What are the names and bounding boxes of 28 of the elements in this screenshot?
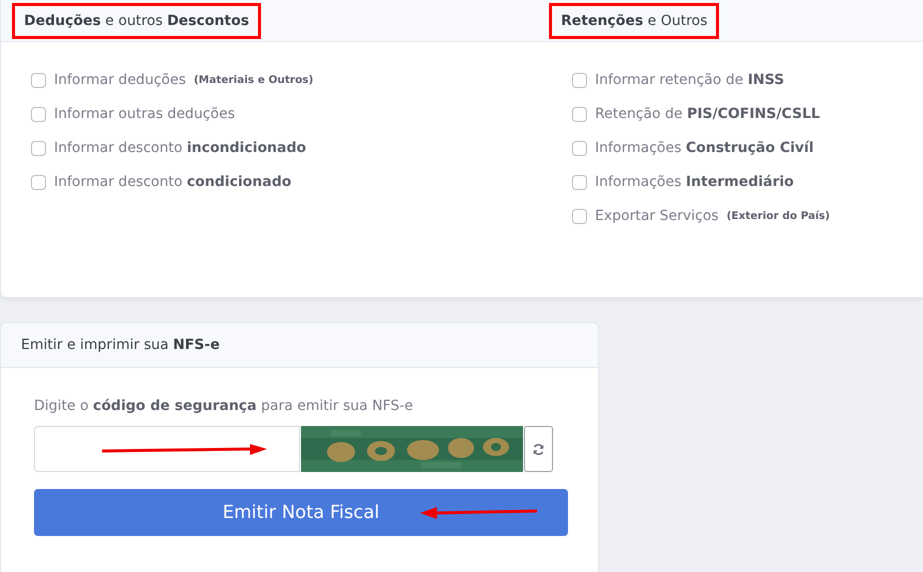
checkbox-label: Informações Intermediário	[595, 174, 794, 190]
checkbox[interactable]	[572, 174, 587, 190]
checkbox[interactable]	[572, 106, 587, 122]
security-code-field[interactable]	[34, 426, 300, 472]
checkbox-label: Informar outras deduções	[54, 106, 235, 122]
checkbox[interactable]	[31, 174, 46, 190]
checkbox-label: Informar retenção de INSS	[595, 72, 784, 88]
refresh-button[interactable]	[524, 426, 553, 472]
checkbox[interactable]	[572, 140, 587, 156]
checkbox-label: Retenção de PIS/COFINS/CSLL	[595, 106, 820, 122]
section-title: Retenções e Outros	[549, 2, 720, 38]
section-title: Deduções e outros Descontos	[12, 2, 262, 38]
prompt-text: Digite o código de segurança para emitir sua NFS-e	[34, 398, 414, 414]
checkbox-note: (Materiais e Outros)	[194, 74, 314, 86]
refresh-icon	[532, 442, 545, 456]
checkbox[interactable]	[572, 72, 587, 88]
checkbox[interactable]	[31, 72, 46, 88]
emit-button[interactable]: Emitir Nota Fiscal	[34, 489, 568, 536]
checkbox-label: Informações Construção Civíl	[595, 140, 814, 156]
card-title: Emitir e imprimir sua NFS-e	[21, 337, 220, 353]
checkbox-label: Informar desconto condicionado	[54, 174, 292, 190]
checkbox-label: Exportar Serviços	[595, 208, 719, 224]
checkbox[interactable]	[31, 140, 46, 156]
checkbox[interactable]	[31, 106, 46, 122]
checkbox-note: (Exterior do País)	[726, 210, 830, 222]
checkbox-label: Informar desconto incondicionado	[54, 140, 306, 156]
checkbox-label: Informar deduções	[54, 72, 186, 88]
checkbox[interactable]	[572, 208, 587, 224]
